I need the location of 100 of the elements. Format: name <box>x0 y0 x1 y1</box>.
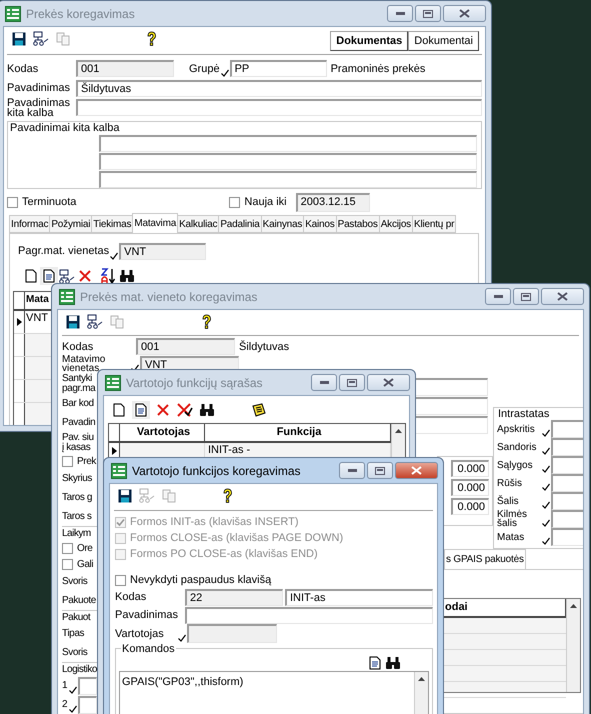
tab[interactable]: Padalinia <box>218 215 262 233</box>
checkmark-icon <box>220 69 229 77</box>
minimize-button[interactable] <box>311 374 337 391</box>
close-icon <box>557 292 568 301</box>
checkbox[interactable] <box>62 456 73 466</box>
lookup-field[interactable] <box>78 676 97 694</box>
base-unit-field[interactable]: VNT <box>119 242 206 260</box>
code-field[interactable]: 22 <box>185 588 283 606</box>
name-field[interactable] <box>185 606 433 624</box>
tab[interactable]: Klientų pr <box>412 215 456 233</box>
user-field[interactable] <box>187 624 277 643</box>
close-button[interactable] <box>443 5 486 22</box>
close-button[interactable] <box>541 288 584 305</box>
maximize-icon <box>347 378 357 386</box>
name-other-language-field[interactable] <box>76 99 482 116</box>
help-icon[interactable] <box>200 314 212 330</box>
intrastat-field[interactable] <box>551 474 583 492</box>
tab[interactable]: Tiekimas <box>91 215 134 233</box>
document-button[interactable]: Dokumentai <box>408 30 479 50</box>
code-field[interactable]: 001 <box>136 338 235 355</box>
field-label: Matas <box>497 532 526 542</box>
field-label: Pagr.mat. vienetas <box>18 245 110 257</box>
field-label: Matavimo vienetas <box>62 355 106 373</box>
checkbox[interactable] <box>229 196 240 208</box>
row-selector[interactable] <box>14 334 25 356</box>
intrastat-field[interactable] <box>551 528 583 546</box>
number-field[interactable]: 0.000 <box>451 479 489 496</box>
name-field[interactable] <box>99 171 477 188</box>
tab[interactable]: Kalkuliac <box>177 215 220 233</box>
intrastat-field[interactable] <box>551 420 583 438</box>
group-title: Komandos <box>121 643 176 655</box>
intrastat-field[interactable] <box>551 438 583 456</box>
row-selector[interactable] <box>14 380 25 402</box>
close-button[interactable] <box>395 462 438 479</box>
delete-icon[interactable] <box>79 270 91 282</box>
group-field[interactable]: PP <box>230 60 327 77</box>
new-document-icon[interactable] <box>25 269 37 283</box>
intrastat-field[interactable] <box>551 456 583 474</box>
item-name: Šildytuvas <box>239 340 290 352</box>
field-label: Taros s <box>62 512 92 522</box>
checkbox[interactable] <box>62 558 73 570</box>
tab[interactable]: Kainynas <box>260 215 304 233</box>
scroll-up-icon[interactable] <box>418 677 425 681</box>
name-field[interactable]: Šildytuvas <box>76 80 482 96</box>
checkbox-label: Prek <box>77 456 96 466</box>
delete-icon[interactable] <box>157 404 169 416</box>
lookup-field[interactable] <box>78 696 97 714</box>
document-icon[interactable] <box>135 402 147 416</box>
help-icon[interactable] <box>222 488 232 504</box>
tab[interactable]: s GPAIS pakuotės <box>444 549 526 569</box>
intrastat-field[interactable] <box>551 510 583 528</box>
number-field[interactable]: 0.000 <box>451 460 489 477</box>
minimize-button[interactable] <box>485 288 511 305</box>
group-title: Intrastatas <box>497 408 550 420</box>
minimize-button[interactable] <box>387 5 413 22</box>
scrollbar[interactable] <box>414 672 428 714</box>
tab[interactable]: Požymiai <box>49 215 92 233</box>
row-selector[interactable] <box>14 357 25 379</box>
code-field[interactable]: 001 <box>76 60 174 77</box>
document-button[interactable]: Dokumentas <box>330 30 408 50</box>
name-field[interactable] <box>99 153 477 170</box>
date-field[interactable]: 2003.12.15 <box>296 192 370 212</box>
name-field[interactable] <box>99 135 477 152</box>
checkbox-label: Terminuota <box>22 196 76 208</box>
checkbox[interactable] <box>7 196 18 208</box>
row-selector[interactable] <box>14 311 25 333</box>
function-field[interactable]: INIT-as <box>285 588 433 606</box>
tab[interactable]: Informac <box>9 215 50 233</box>
new-document-icon[interactable] <box>113 402 125 416</box>
maximize-button[interactable] <box>513 288 539 305</box>
minimize-button[interactable] <box>339 462 365 479</box>
number-field[interactable]: 0.000 <box>451 498 489 515</box>
checkbox[interactable] <box>115 574 126 586</box>
intrastat-field[interactable] <box>551 492 583 510</box>
tab[interactable]: Pastabos <box>336 215 380 233</box>
checkbox-label: Formos INIT-as (klavišas INSERT) <box>130 516 298 528</box>
scrollbar[interactable] <box>391 424 405 458</box>
checkbox[interactable] <box>62 542 73 554</box>
maximize-button[interactable] <box>415 5 441 22</box>
form-icon <box>59 288 75 304</box>
document-icon[interactable] <box>369 656 381 670</box>
scrollbar[interactable] <box>566 599 580 692</box>
field-label: Sandoris <box>497 442 538 452</box>
row-selector[interactable] <box>14 403 25 425</box>
tab[interactable]: Kainos <box>303 215 337 233</box>
tab[interactable]: Akcijos <box>378 215 413 233</box>
close-icon <box>411 466 422 475</box>
field-label: Grupė <box>189 62 220 74</box>
help-icon[interactable] <box>146 30 156 46</box>
scroll-up-icon[interactable] <box>395 429 402 433</box>
checkbox-label: Nauja iki <box>244 196 287 208</box>
edit-button[interactable] <box>132 400 150 418</box>
edit-button[interactable] <box>40 267 58 285</box>
scroll-up-icon[interactable] <box>570 604 577 608</box>
close-button[interactable] <box>367 374 410 391</box>
group-title: Laikym <box>62 528 91 539</box>
maximize-button[interactable] <box>367 462 393 479</box>
checkmark-icon <box>542 447 550 455</box>
maximize-button[interactable] <box>339 374 365 391</box>
document-icon[interactable] <box>43 269 55 283</box>
